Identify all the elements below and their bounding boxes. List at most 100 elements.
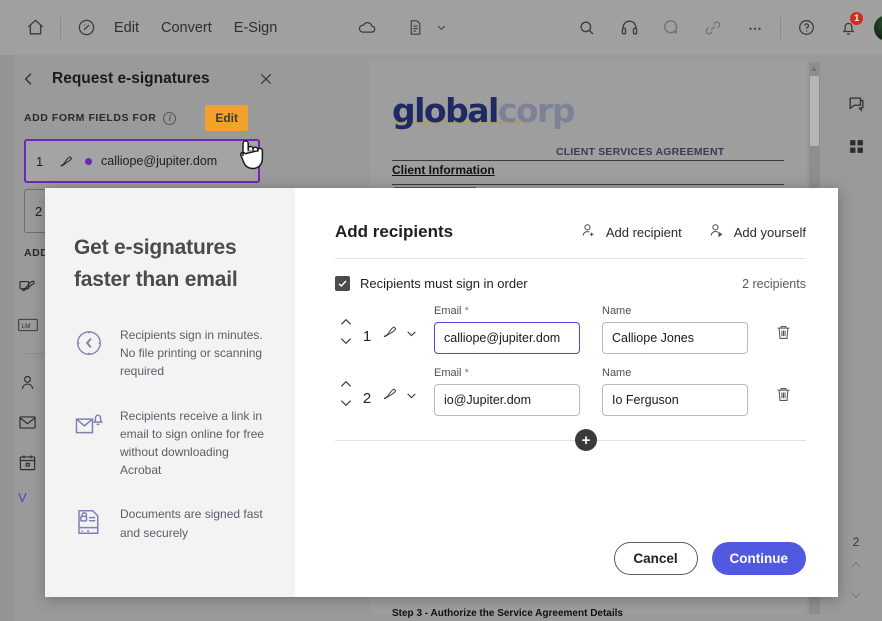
- recipient-1-name-label: Name: [602, 305, 632, 317]
- comment-icon[interactable]: [830, 83, 882, 125]
- section-label: ADD FORM FIELDS FOR: [24, 112, 157, 124]
- recipient-2-name-input[interactable]: [602, 384, 748, 416]
- menu-edit[interactable]: Edit: [103, 11, 150, 45]
- modal-header: Add recipients Add recipient Add yoursel…: [335, 222, 806, 242]
- recipient-2-name-field: Name: [602, 367, 748, 416]
- reorder-updown-icon-2[interactable]: [335, 379, 357, 416]
- chevron-left-icon[interactable]: [18, 68, 40, 90]
- recipient-role-chevron-1[interactable]: [405, 327, 418, 354]
- add-yourself-button[interactable]: Add yourself: [708, 222, 806, 242]
- document-title: CLIENT SERVICES AGREEMENT: [556, 146, 725, 158]
- bell-icon[interactable]: 1: [831, 11, 865, 45]
- scrollbar-thumb[interactable]: [810, 76, 819, 146]
- logo-text-primary: global: [392, 91, 499, 130]
- top-toolbar: Edit Convert E-Sign 1: [0, 0, 882, 55]
- signer-pen-icon-1[interactable]: [381, 323, 399, 354]
- left-rail-strip: [0, 55, 14, 621]
- person-arrow-icon: [708, 222, 725, 242]
- promo-item-2-text: Recipients receive a link in email to si…: [120, 408, 265, 478]
- email-bell-icon: [74, 407, 120, 480]
- page-title: Request e-signatures: [52, 70, 210, 87]
- signature-pen-icon: [58, 153, 75, 170]
- scroll-up-arrow[interactable]: ▲: [810, 64, 818, 73]
- document-step-text: Step 3 - Authorize the Service Agreement…: [392, 608, 623, 619]
- info-icon[interactable]: i: [163, 111, 177, 125]
- add-more-recipients-row: +: [335, 429, 806, 451]
- more-horizontal-icon[interactable]: [738, 11, 772, 45]
- recipient-list: 1 Email * Name: [335, 305, 806, 416]
- reorder-updown-icon-1[interactable]: [335, 317, 357, 354]
- avatar[interactable]: [874, 14, 882, 41]
- close-icon[interactable]: [256, 69, 276, 89]
- menu-esign[interactable]: E-Sign: [223, 11, 289, 45]
- edit-button-label: Edit: [215, 111, 238, 125]
- home-icon[interactable]: [18, 11, 52, 45]
- document-icon[interactable]: [398, 11, 432, 45]
- clock-icon: [74, 326, 120, 381]
- recipient-1-email-label: Email *: [434, 305, 469, 317]
- page-thumbnails-icon[interactable]: [830, 125, 882, 167]
- continue-button[interactable]: Continue: [711, 542, 806, 575]
- sign-in-order-checkbox[interactable]: [335, 276, 350, 291]
- recipient-row-2-number: 2: [362, 390, 372, 407]
- recipient-2-email-input[interactable]: [434, 384, 580, 416]
- recipient-1-email-input[interactable]: [434, 322, 580, 354]
- search-icon[interactable]: [570, 11, 604, 45]
- help-icon[interactable]: [789, 11, 823, 45]
- recipient-1-name-input[interactable]: [602, 322, 748, 354]
- edit-button[interactable]: Edit: [205, 105, 248, 131]
- sign-order-row: Recipients must sign in order 2 recipien…: [335, 276, 806, 291]
- promo-item-1-text: Recipients sign in minutes. No file prin…: [120, 327, 263, 379]
- share-person-icon[interactable]: [654, 11, 688, 45]
- chevron-down-icon[interactable]: [432, 11, 450, 45]
- add-row-divider: [335, 440, 806, 441]
- recipient-role-chevron-2[interactable]: [405, 389, 418, 416]
- left-panel-header: Request e-signatures: [0, 55, 290, 103]
- promo-item-3: Documents are signed fast and securely: [74, 505, 269, 542]
- sidebar-recipient-1-number: 1: [36, 153, 44, 169]
- modal-divider: [335, 258, 806, 259]
- cloud-icon[interactable]: [350, 11, 384, 45]
- document-section-heading: Client Information: [392, 163, 495, 177]
- recipient-row-2: 2 Email * Name: [335, 367, 806, 416]
- link-icon[interactable]: [696, 11, 730, 45]
- app-root: Edit Convert E-Sign 1 Request e-signatur…: [0, 0, 882, 621]
- company-logo: globalcorp: [392, 94, 575, 127]
- notification-badge: 1: [850, 11, 864, 25]
- promo-heading: Get e-signatures faster than email: [74, 236, 238, 291]
- cancel-button[interactable]: Cancel: [613, 542, 698, 575]
- recipient-1-email-field: Email *: [434, 305, 580, 354]
- add-form-fields-section: ADD FORM FIELDS FOR i Edit: [0, 103, 290, 133]
- toolbar-divider: [60, 16, 61, 39]
- document-rule-2: [392, 184, 784, 185]
- recipient-1-name-field: Name: [602, 305, 748, 354]
- delete-recipient-2-button[interactable]: [774, 385, 793, 416]
- menu-convert[interactable]: Convert: [150, 11, 223, 45]
- add-yourself-label: Add yourself: [733, 224, 806, 240]
- recipient-2-email-field: Email *: [434, 367, 580, 416]
- svg-text:LM: LM: [22, 323, 31, 330]
- sign-in-order-label: Recipients must sign in order: [360, 276, 528, 291]
- add-recipient-button[interactable]: Add recipient: [580, 222, 682, 242]
- recipient-row-1-number: 1: [362, 328, 372, 345]
- lock-document-icon: [74, 505, 120, 542]
- modal-body: Add recipients Add recipient Add yoursel…: [295, 188, 838, 597]
- recipient-2-name-label: Name: [602, 367, 632, 379]
- headphones-icon[interactable]: [612, 11, 646, 45]
- promo-item-2: Recipients receive a link in email to si…: [74, 407, 269, 480]
- plus-circle-icon[interactable]: +: [575, 429, 597, 451]
- modal-heading: Add recipients: [335, 222, 454, 241]
- recipient-row-1: 1 Email * Name: [335, 305, 806, 354]
- signer-pen-icon-2[interactable]: [381, 385, 399, 416]
- delete-recipient-1-button[interactable]: [774, 323, 793, 354]
- add-person-icon: [580, 222, 597, 242]
- promo-panel: Get e-signatures faster than email Recip…: [45, 188, 295, 597]
- logo-text-secondary: corp: [497, 91, 576, 130]
- modal-header-actions: Add recipient Add yourself: [580, 222, 806, 242]
- tools-icon[interactable]: [69, 11, 103, 45]
- recipient-2-email-label: Email *: [434, 367, 469, 379]
- toolbar-divider-2: [780, 16, 782, 39]
- add-recipient-label: Add recipient: [605, 224, 682, 240]
- sidebar-recipient-1[interactable]: 1 calliope@jupiter.dom: [24, 139, 260, 183]
- sidebar-recipient-1-email: calliope@jupiter.dom: [101, 154, 218, 168]
